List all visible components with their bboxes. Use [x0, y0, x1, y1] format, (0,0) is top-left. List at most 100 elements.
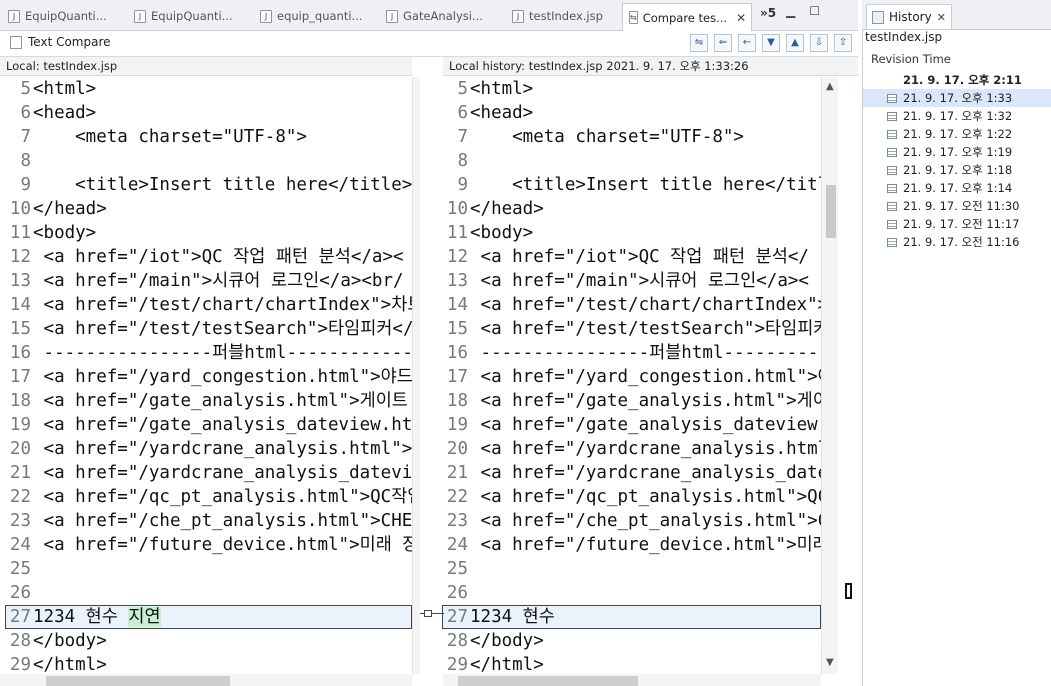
code-line[interactable]: 11 <body> — [442, 221, 821, 245]
code-line[interactable]: 7 <meta charset="UTF-8"> — [5, 125, 412, 149]
editor-tab-5[interactable]: J testIndex.jsp — [512, 4, 612, 28]
code-line[interactable]: 20 <a href="/yardcrane_analysis.html" — [442, 437, 821, 461]
code-line[interactable]: 23 <a href="/che_pt_analysis.html">CHE패 — [5, 509, 412, 533]
code-line[interactable]: 15 <a href="/test/testSearch">타임피커</ — [5, 317, 412, 341]
close-icon[interactable]: ✕ — [937, 11, 946, 24]
maximize-icon[interactable]: ☐ — [809, 4, 820, 18]
code-line[interactable]: 18 <a href="/gate_analysis.html">게이 — [442, 389, 821, 413]
code-line[interactable]: 11 <body> — [5, 221, 412, 245]
history-tab[interactable]: History ✕ — [866, 4, 952, 29]
right-scroll-thumb[interactable] — [826, 185, 836, 238]
ignore-whitespace-icon[interactable]: ⇋ — [690, 34, 708, 52]
code-line[interactable]: 21 <a href="/yardcrane_analysis_datev — [442, 461, 821, 485]
code-line[interactable]: 17 <a href="/yard_congestion.html">야드 — [5, 365, 412, 389]
code-line[interactable]: 26 — [5, 581, 412, 605]
editor-tab-4[interactable]: J GateAnalysi... — [386, 4, 504, 28]
editor-tab-1[interactable]: J EquipQuanti... — [8, 4, 126, 28]
revision-row[interactable]: 21. 9. 17. 오후 1:18 — [863, 161, 1051, 179]
code-line[interactable]: 21 <a href="/yardcrane_analysis_dateview — [5, 461, 412, 485]
code-line[interactable]: 13 <a href="/main">시큐어 로그인</a><br/ — [5, 269, 412, 293]
previous-change-icon[interactable]: ⇧ — [834, 34, 852, 52]
code-line[interactable]: 22 <a href="/qc_pt_analysis.html">QC작 — [442, 485, 821, 509]
code-line[interactable]: 9 <title>Insert title here</title> — [5, 173, 412, 197]
editor-tab-2[interactable]: J EquipQuanti... — [134, 4, 252, 28]
code-line[interactable]: 23 <a href="/che_pt_analysis.html">CHE — [442, 509, 821, 533]
right-vertical-scrollbar[interactable]: ▲ ▼ — [821, 77, 838, 674]
code-line[interactable]: 10 </head> — [5, 197, 412, 221]
code-line[interactable]: 22 <a href="/qc_pt_analysis.html">QC작업 — [5, 485, 412, 509]
code-line[interactable]: 6 <head> — [442, 101, 821, 125]
tab-overflow-button[interactable]: »5 — [760, 6, 776, 20]
code-segment: <a href="/test/testSearch">타임피커</ — [33, 319, 412, 339]
diff-line[interactable]: 27 1234 현수 지연 — [5, 605, 412, 629]
revision-row[interactable]: 21. 9. 17. 오전 11:16 — [863, 233, 1051, 251]
previous-difference-icon[interactable]: ▲ — [786, 34, 804, 52]
code-line[interactable]: 5 <html> — [442, 77, 821, 101]
revision-row[interactable]: 21. 9. 17. 오후 2:11 — [863, 71, 1051, 89]
revision-row[interactable]: 21. 9. 17. 오전 11:17 — [863, 215, 1051, 233]
revision-row[interactable]: 21. 9. 17. 오후 1:22 — [863, 125, 1051, 143]
code-line[interactable]: 16 ----------------퍼블html---------- — [442, 341, 821, 365]
code-line[interactable]: 15 <a href="/test/testSearch">타임피커 — [442, 317, 821, 341]
code-line[interactable]: 10 </head> — [442, 197, 821, 221]
revision-row[interactable]: 21. 9. 17. 오전 11:30 — [863, 197, 1051, 215]
diff-line[interactable]: 27 1234 현수 — [442, 605, 821, 629]
next-difference-icon[interactable]: ▼ — [762, 34, 780, 52]
diff-connector-handle[interactable] — [424, 610, 432, 617]
code-line[interactable]: 14 <a href="/test/chart/chartIndex">차 — [442, 293, 821, 317]
code-line[interactable]: 8 — [442, 149, 821, 173]
code-segment: </head> — [33, 199, 107, 219]
code-line[interactable]: 13 <a href="/main">시큐어 로그인</a>< — [442, 269, 821, 293]
copy-all-left-icon[interactable]: ⇐ — [714, 34, 732, 52]
left-horizontal-thumb[interactable] — [46, 676, 230, 686]
code-line[interactable]: 9 <title>Insert title here</title — [442, 173, 821, 197]
code-segment: <a href="/main">시큐어 로그인</a><br/ — [33, 271, 404, 291]
right-code-pane[interactable]: 5 <html> 6 <head> 7 <meta charset="UTF-8"> 8 9… — [442, 77, 821, 674]
revision-row[interactable]: 21. 9. 17. 오후 1:32 — [863, 107, 1051, 125]
revision-row[interactable]: 21. 9. 17. 오후 1:14 — [863, 179, 1051, 197]
code-line[interactable]: 19 <a href="/gate_analysis_dateview.h — [442, 413, 821, 437]
code-line[interactable]: 17 <a href="/yard_congestion.html">야 — [442, 365, 821, 389]
code-segment: <a href="/test/chart/chartIndex">차 — [470, 295, 821, 315]
revision-row[interactable]: 21. 9. 17. 오후 1:33 — [863, 89, 1051, 107]
revision-row[interactable]: 21. 9. 17. 오후 1:19 — [863, 143, 1051, 161]
code-line[interactable]: 14 <a href="/test/chart/chartIndex">차트 — [5, 293, 412, 317]
close-icon[interactable]: ✕ — [736, 11, 746, 25]
code-line[interactable]: 28 </body> — [5, 629, 412, 653]
code-line[interactable]: 12 <a href="/iot">QC 작업 패턴 분석</ — [442, 245, 821, 269]
code-line[interactable]: 29 </html> — [442, 653, 821, 674]
code-line[interactable]: 24 <a href="/future_device.html">미래 장 — [5, 533, 412, 557]
next-change-icon[interactable]: ⇩ — [810, 34, 828, 52]
revision-icon — [887, 129, 897, 139]
left-vertical-scrollbar[interactable] — [412, 77, 420, 674]
code-line[interactable]: 7 <meta charset="UTF-8"> — [442, 125, 821, 149]
code-line[interactable]: 18 <a href="/gate_analysis.html">게이트 — [5, 389, 412, 413]
code-line[interactable]: 5 <html> — [5, 77, 412, 101]
scroll-down-icon[interactable]: ▼ — [826, 657, 834, 668]
code-line[interactable]: 12 <a href="/iot">QC 작업 패턴 분석</a>< — [5, 245, 412, 269]
copy-current-left-icon[interactable]: ← — [738, 34, 756, 52]
code-text: <meta charset="UTF-8"> — [468, 125, 744, 149]
code-line[interactable]: 25 — [5, 557, 412, 581]
right-horizontal-thumb[interactable] — [458, 676, 638, 686]
code-line[interactable]: 25 — [442, 557, 821, 581]
code-line[interactable]: 16 ----------------퍼블html------------- — [5, 341, 412, 365]
code-line[interactable]: 29 </html> — [5, 653, 412, 674]
minimize-icon[interactable]: ▁ — [786, 4, 795, 18]
scroll-up-icon[interactable]: ▲ — [826, 81, 834, 92]
code-line[interactable]: 19 <a href="/gate_analysis_dateview.html — [5, 413, 412, 437]
editor-tab-3[interactable]: J equip_quanti... — [260, 4, 378, 28]
code-line[interactable]: 8 — [5, 149, 412, 173]
code-line[interactable]: 6 <head> — [5, 101, 412, 125]
code-segment: <meta charset="UTF-8"> — [470, 127, 744, 147]
right-pane-header: Local history: testIndex.jsp 2021. 9. 17… — [443, 57, 858, 76]
editor-tab-compare[interactable]: ⇆ Compare tes... ✕ — [622, 3, 752, 31]
revision-time-header[interactable]: Revision Time — [863, 50, 1051, 68]
left-code-pane[interactable]: 5 <html> 6 <head> 7 <meta charset="UTF-8"> 8 9… — [5, 77, 412, 674]
code-line[interactable]: 20 <a href="/yardcrane_analysis.html">Ya — [5, 437, 412, 461]
code-line[interactable]: 28 </body> — [442, 629, 821, 653]
overview-ruler-marker[interactable] — [845, 583, 852, 599]
code-line[interactable]: 24 <a href="/future_device.html">미래 — [442, 533, 821, 557]
code-line[interactable]: 26 — [442, 581, 821, 605]
